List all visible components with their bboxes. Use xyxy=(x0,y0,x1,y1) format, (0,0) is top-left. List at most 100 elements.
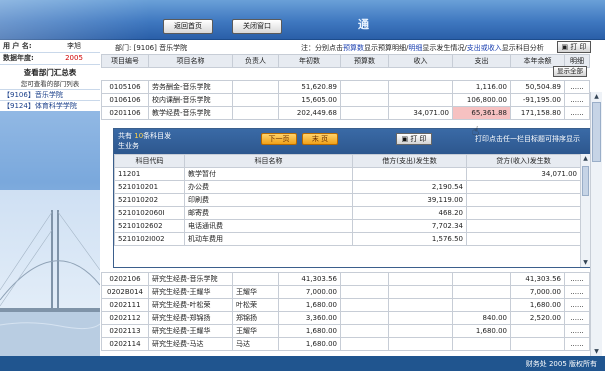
cell-budget[interactable] xyxy=(340,106,389,120)
cell-income[interactable]: 34,071.00 xyxy=(388,106,453,120)
col-code[interactable]: 项目编号 xyxy=(101,54,149,68)
scroll-down-icon[interactable]: ▼ xyxy=(591,347,602,356)
note-part-2: 显示预算明细/ xyxy=(364,44,409,52)
scroll-up-icon[interactable]: ▲ xyxy=(591,92,602,101)
cell-expense[interactable]: 840.00 xyxy=(452,311,511,325)
cell-detail-link[interactable]: ...... xyxy=(564,106,590,120)
dcol-name[interactable]: 科目名称 xyxy=(184,154,353,168)
cell-name: 研究生经费-王耀华 xyxy=(148,285,233,299)
cell-init: 3,360.00 xyxy=(278,311,341,325)
cell-expense-highlighted[interactable]: 65,361.88 xyxy=(452,106,511,120)
dcell-debit: 1,576.50 xyxy=(352,232,467,246)
note-part-3: 显示发生情况/ xyxy=(422,44,467,52)
scroll-down-icon[interactable]: ▼ xyxy=(581,258,590,267)
summary-title[interactable]: 查看部门汇总表 xyxy=(0,64,100,78)
cell-income[interactable] xyxy=(388,324,453,338)
left-sidebar: 用 户 名: 李旭 数据年度: 2005 查看部门汇总表 您可查看的部门列表 【… xyxy=(0,40,100,356)
cell-balance: 171,158.80 xyxy=(510,106,565,120)
cell-expense[interactable] xyxy=(452,298,511,312)
cell-balance: 1,680.00 xyxy=(510,298,565,312)
dcol-debit[interactable]: 借方(支出)发生数 xyxy=(352,154,467,168)
cell-detail-link[interactable]: ...... xyxy=(564,80,590,94)
cell-income[interactable] xyxy=(388,337,453,351)
table-row: 0202106 研究生经费-音乐学院 41,303.56 41,303.56 .… xyxy=(101,272,590,286)
cell-budget[interactable] xyxy=(340,285,389,299)
cell-expense[interactable] xyxy=(452,285,511,299)
detail-row: 521010201 办公费 2,190.54 xyxy=(114,180,581,194)
sidebar-item-dept-9124[interactable]: 【9124】体育科学学院 xyxy=(0,99,100,111)
cell-budget[interactable] xyxy=(340,311,389,325)
dcol-credit[interactable]: 贷方(收入)发生数 xyxy=(466,154,581,168)
main-content: 部门: [9106] 音乐学院 注：分别点击预算数显示预算明细/明细显示发生情况… xyxy=(101,40,605,356)
detail-table: 科目代码 科目名称 借方(支出)发生数 贷方(收入)发生数 11201 教学暂付… xyxy=(114,154,581,246)
cell-income[interactable] xyxy=(388,272,453,286)
cell-init: 41,303.56 xyxy=(278,272,341,286)
table-row: 0202111 研究生经费-叶松荣 叶松荣 1,680.00 1,680.00 … xyxy=(101,298,590,312)
note-link-detail[interactable]: 明细 xyxy=(408,44,422,52)
col-owner[interactable]: 负责人 xyxy=(232,54,279,68)
dcol-code[interactable]: 科目代码 xyxy=(114,154,185,168)
dcell-credit xyxy=(466,219,581,233)
cell-expense[interactable] xyxy=(452,337,511,351)
cell-income[interactable] xyxy=(388,285,453,299)
cell-budget[interactable] xyxy=(340,80,389,94)
sidebar-item-dept-9106[interactable]: 【9106】音乐学院 xyxy=(0,88,100,100)
cell-budget[interactable] xyxy=(340,298,389,312)
project-table-header: 项目编号 项目名称 负责人 年初数 预算数 收入 支出 本年余额 明细 xyxy=(101,54,590,68)
scroll-up-icon[interactable]: ▲ xyxy=(581,154,590,163)
note-link-budget[interactable]: 预算数 xyxy=(343,44,364,52)
cell-income[interactable] xyxy=(388,93,453,107)
detail-row: 5210102060I 邮寄费 468.20 xyxy=(114,206,581,220)
col-name[interactable]: 项目名称 xyxy=(148,54,233,68)
cell-detail-link[interactable]: ...... xyxy=(564,93,590,107)
detail-scrollbar[interactable]: ▲ ▼ xyxy=(580,154,590,267)
main-scrollbar[interactable]: ▲ ▼ xyxy=(590,92,602,356)
note-part-1: 注：分别点击 xyxy=(301,44,343,52)
cell-income[interactable] xyxy=(388,80,453,94)
cell-detail-link[interactable]: ...... xyxy=(564,311,590,325)
cell-balance: -91,195.00 xyxy=(510,93,565,107)
cell-income[interactable] xyxy=(388,311,453,325)
last-page-button[interactable]: 末 页 xyxy=(302,133,338,145)
col-budget[interactable]: 预算数 xyxy=(340,54,389,68)
user-info-table: 用 户 名: 李旭 数据年度: 2005 xyxy=(0,40,100,65)
cell-income[interactable] xyxy=(388,298,453,312)
cell-detail-link[interactable]: ...... xyxy=(564,298,590,312)
cell-init: 7,000.00 xyxy=(278,285,341,299)
dcell-debit: 39,119.00 xyxy=(352,193,467,207)
note-link-expense-income[interactable]: 支出或收入 xyxy=(467,44,502,52)
count-line2: 生业务 xyxy=(118,142,139,150)
col-income[interactable]: 收入 xyxy=(388,54,453,68)
detail-print-button[interactable]: ▣ 打 印 xyxy=(396,133,432,145)
bridge-background-image xyxy=(0,190,100,356)
cell-detail-link[interactable]: ...... xyxy=(564,324,590,338)
detail-print-label: 打 印 xyxy=(410,135,427,143)
footer-bar: 财务处 2005 版权所有 xyxy=(0,356,605,371)
cell-budget[interactable] xyxy=(340,272,389,286)
cell-expense[interactable] xyxy=(452,272,511,286)
dcell-code: 11201 xyxy=(114,167,185,181)
year-value: 2005 xyxy=(45,52,100,65)
cell-detail-link[interactable]: ...... xyxy=(564,337,590,351)
cell-budget[interactable] xyxy=(340,324,389,338)
cell-owner xyxy=(232,272,279,286)
cell-budget[interactable] xyxy=(340,337,389,351)
table-row: 0202113 研究生经费-王耀华 王耀华 1,680.00 1,680.00 … xyxy=(101,324,590,338)
next-page-button[interactable]: 下一页 xyxy=(261,133,297,145)
department-value: [9106] 音乐学院 xyxy=(133,44,188,52)
col-expense[interactable]: 支出 xyxy=(452,54,511,68)
close-window-button[interactable]: 关闭窗口 xyxy=(232,19,282,34)
scroll-thumb[interactable] xyxy=(582,166,589,196)
cell-detail-link[interactable]: ...... xyxy=(564,285,590,299)
cell-expense[interactable]: 1,116.00 xyxy=(452,80,511,94)
cell-detail-link[interactable]: ...... xyxy=(564,272,590,286)
col-init[interactable]: 年初数 xyxy=(278,54,341,68)
cell-budget[interactable] xyxy=(340,93,389,107)
print-button[interactable]: ▣ 打 印 xyxy=(557,41,591,53)
back-home-button[interactable]: 返回首页 xyxy=(163,19,213,34)
cell-init: 1,680.00 xyxy=(278,298,341,312)
show-all-button[interactable]: 显示全部 xyxy=(553,66,587,77)
cell-expense[interactable]: 106,800.00 xyxy=(452,93,511,107)
scroll-thumb[interactable] xyxy=(592,102,601,162)
cell-expense[interactable]: 1,680.00 xyxy=(452,324,511,338)
